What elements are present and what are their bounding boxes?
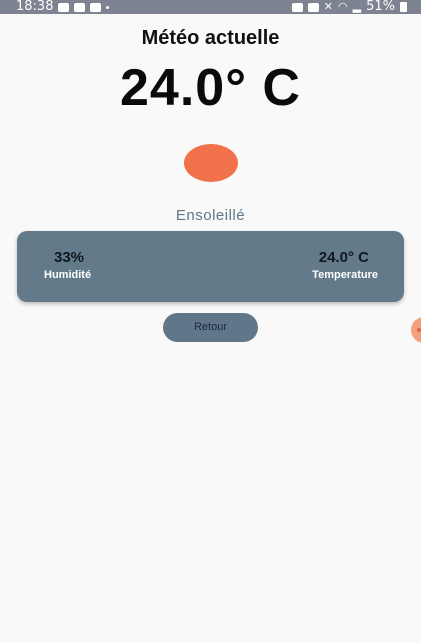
battery-percent: 51% — [366, 0, 395, 14]
video-camera-icon — [58, 2, 70, 12]
status-bar-right: ✕ ◠ ▂ 51% — [291, 0, 407, 14]
humidity-label: Humidité — [44, 269, 92, 281]
status-bar: 18:38 ✕ ◠ ▂ 51% — [0, 0, 421, 14]
edge-panel-handle-icon[interactable] — [411, 317, 421, 343]
discord-icon — [74, 2, 86, 12]
status-time: 18:38 — [16, 0, 54, 14]
humidity-value: 33% — [54, 249, 85, 266]
mute-icon: ✕ — [323, 0, 334, 13]
battery-icon — [400, 2, 407, 12]
wifi-icon: ◠ — [338, 0, 348, 13]
weather-condition: Ensoleillé — [175, 207, 246, 224]
current-temperature: 24.0° C — [119, 59, 301, 117]
sun-icon — [184, 144, 238, 182]
nfc-icon — [291, 2, 303, 12]
status-bar-left: 18:38 — [16, 0, 110, 14]
page-title: Météo actuelle — [141, 27, 280, 49]
alarm-icon — [307, 2, 319, 12]
signal-icon: ▂ — [352, 0, 362, 13]
weather-details-card: 33% Humidité 24.0° C Temperature — [17, 231, 404, 302]
temperature-label: Temperature — [312, 269, 378, 281]
image-icon — [90, 2, 102, 12]
temperature-value: 24.0° C — [318, 249, 369, 266]
dot-icon — [106, 5, 110, 9]
back-button[interactable]: Retour — [163, 313, 258, 342]
